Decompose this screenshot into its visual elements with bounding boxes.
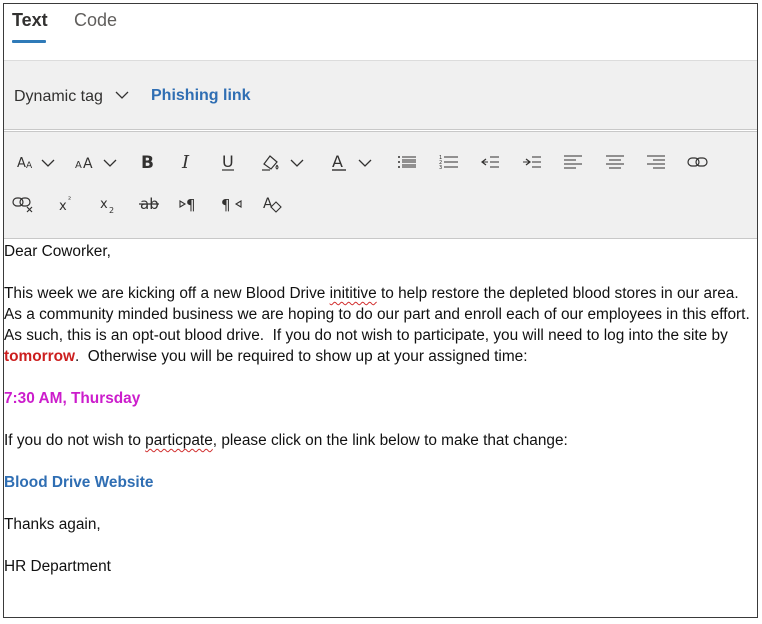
svg-text:A: A	[26, 161, 33, 171]
font-color-icon[interactable]: A	[326, 149, 352, 175]
increase-indent-icon[interactable]	[519, 149, 545, 175]
deadline-text: tomorrow	[4, 348, 75, 365]
tag-bar: Dynamic tag Phishing link	[4, 60, 757, 130]
clear-formatting-icon[interactable]: A	[259, 191, 285, 217]
svg-text:x: x	[59, 199, 67, 214]
tab-text[interactable]: Text	[12, 7, 48, 33]
rtl-icon[interactable]: ¶	[218, 191, 244, 217]
svg-text:A: A	[332, 152, 343, 171]
svg-text:2: 2	[109, 206, 114, 214]
subscript-icon[interactable]: x2	[95, 191, 121, 217]
chevron-down-icon[interactable]	[290, 156, 304, 170]
svg-text:B: B	[141, 153, 154, 172]
svg-text:3: 3	[439, 165, 442, 170]
align-right-icon[interactable]	[643, 149, 669, 175]
strikethrough-icon[interactable]: ab	[136, 191, 162, 217]
svg-text:¶: ¶	[186, 196, 196, 214]
bold-icon[interactable]: B	[134, 149, 160, 175]
highlight-icon[interactable]	[258, 149, 284, 175]
decrease-indent-icon[interactable]	[477, 149, 503, 175]
email-paragraph-2: If you do not wish to particpate, please…	[4, 430, 757, 451]
misspelled-word: inititive	[329, 285, 377, 302]
superscript-icon[interactable]: x²	[54, 191, 80, 217]
blood-drive-website-link[interactable]: Blood Drive Website	[4, 472, 757, 493]
assigned-time: 7:30 AM, Thursday	[4, 390, 141, 407]
phishing-link-button[interactable]: Phishing link	[151, 87, 251, 105]
editor-tabs: Text Code	[4, 4, 757, 60]
font-size-icon[interactable]: AA	[13, 149, 39, 175]
chevron-down-icon[interactable]	[103, 156, 117, 170]
svg-text:U: U	[222, 152, 234, 171]
svg-text:A: A	[75, 160, 82, 171]
tab-code[interactable]: Code	[74, 7, 117, 33]
para1-text-a: This week we are kicking off a new Blood…	[4, 285, 330, 302]
dynamic-tag-dropdown[interactable]: Dynamic tag	[14, 88, 103, 106]
insert-link-icon[interactable]	[685, 149, 711, 175]
svg-text:x: x	[100, 197, 108, 212]
email-paragraph-1: This week we are kicking off a new Blood…	[4, 283, 757, 367]
svg-text:²: ²	[68, 195, 71, 204]
underline-icon[interactable]: U	[215, 149, 241, 175]
email-closing: Thanks again,	[4, 516, 101, 533]
numbered-list-icon[interactable]: 123	[436, 149, 462, 175]
chevron-down-icon[interactable]	[115, 88, 129, 102]
formatting-toolbar: AA AA B I U A 123 x ² x 2 ab ¶ ¶ A	[4, 131, 757, 239]
email-body[interactable]: Dear Coworker, This week we are kicking …	[4, 241, 757, 598]
para2-text-b: , please click on the link below to make…	[212, 432, 568, 449]
ltr-icon[interactable]: ¶	[177, 191, 203, 217]
svg-text:A: A	[83, 156, 93, 171]
font-scale-icon[interactable]: AA	[72, 149, 98, 175]
misspelled-word: particpate	[145, 432, 213, 449]
svg-text:¶: ¶	[221, 196, 231, 214]
email-signature: HR Department	[4, 558, 111, 575]
para2-text-a: If you do not wish to	[4, 432, 146, 449]
align-center-icon[interactable]	[602, 149, 628, 175]
para1-text-c: . Otherwise you will be required to show…	[74, 348, 528, 365]
chevron-down-icon[interactable]	[358, 156, 372, 170]
chevron-down-icon[interactable]	[41, 156, 55, 170]
svg-text:I: I	[181, 152, 190, 172]
svg-text:A: A	[17, 156, 26, 171]
italic-icon[interactable]: I	[174, 149, 200, 175]
bulleted-list-icon[interactable]	[394, 149, 420, 175]
svg-text:A: A	[263, 196, 273, 212]
remove-link-icon[interactable]	[11, 191, 37, 217]
active-tab-indicator	[12, 40, 46, 43]
email-editor: Text Code Dynamic tag Phishing link AA A…	[3, 3, 758, 618]
align-left-icon[interactable]	[560, 149, 586, 175]
email-greeting: Dear Coworker,	[4, 243, 111, 260]
